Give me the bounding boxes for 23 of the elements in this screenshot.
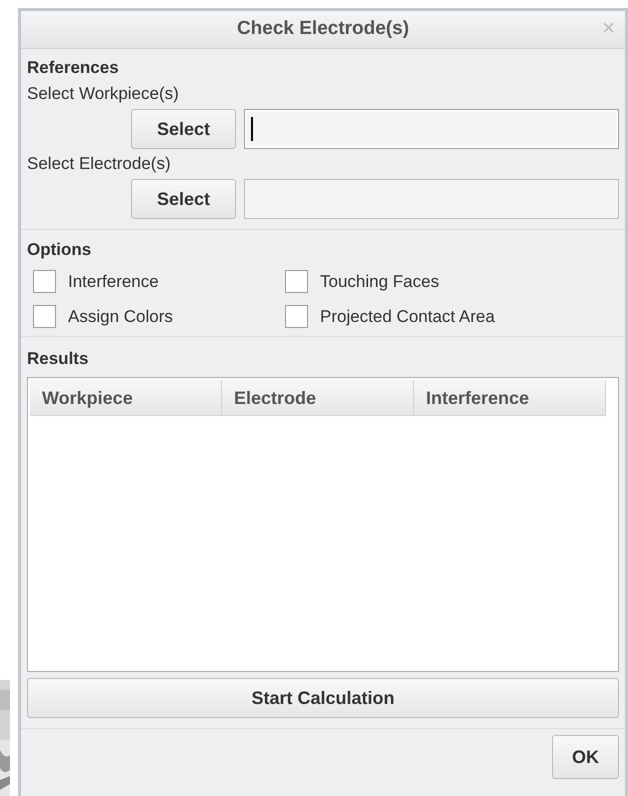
field-label: Select Electrode(s): [27, 153, 172, 175]
checkbox-label: Projected Contact Area: [320, 306, 495, 328]
field-label: Select Workpiece(s): [27, 83, 180, 105]
selection-field[interactable]: [244, 179, 619, 219]
checkbox-label: Interference: [68, 270, 159, 292]
column-header[interactable]: Interference: [414, 380, 606, 415]
checkbox-label: Assign Colors: [68, 306, 173, 328]
checkbox[interactable]: [33, 305, 56, 328]
checkbox[interactable]: [285, 305, 308, 328]
column-header[interactable]: Electrode: [222, 380, 414, 415]
start-calculation-button[interactable]: Start Calculation: [27, 678, 619, 718]
section-heading: Results: [27, 348, 90, 370]
window-title: Check Electrode(s): [236, 17, 410, 42]
checkbox[interactable]: [33, 270, 56, 293]
select-button[interactable]: Select: [131, 109, 236, 149]
section-heading: References: [27, 57, 120, 79]
checkbox-label: Touching Faces: [320, 270, 440, 292]
column-header[interactable]: Workpiece: [30, 380, 222, 415]
selection-field[interactable]: [244, 109, 619, 149]
select-button[interactable]: Select: [131, 179, 236, 219]
checkbox[interactable]: [285, 270, 308, 293]
ok-button[interactable]: OK: [552, 735, 619, 779]
section-heading: Options: [27, 239, 92, 261]
